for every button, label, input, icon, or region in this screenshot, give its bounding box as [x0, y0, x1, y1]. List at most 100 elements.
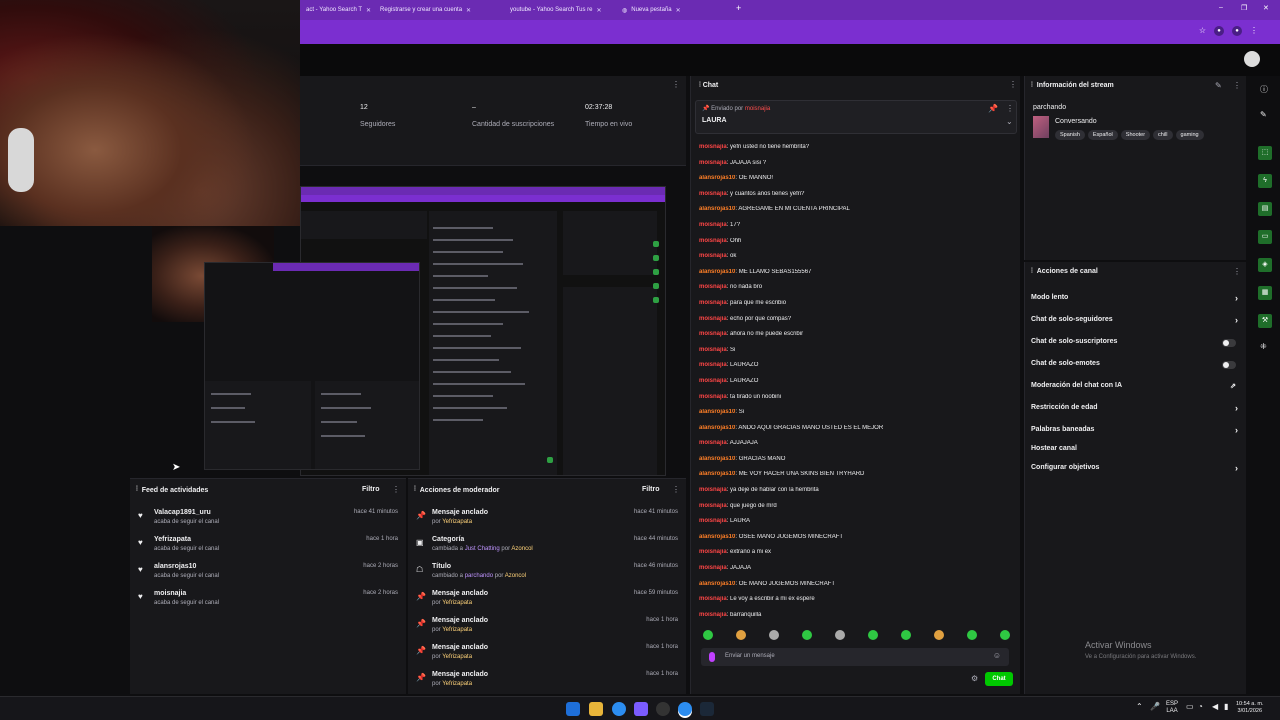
list-item[interactable]: ♥ moisnajia acaba de seguir el canal hac…: [136, 590, 400, 614]
chat-message[interactable]: moisnajia: Si: [699, 347, 1015, 363]
chat-username[interactable]: moisnajia: [699, 238, 727, 244]
chat-username[interactable]: moisnajia: [699, 362, 727, 368]
chat-send-button[interactable]: Chat: [985, 672, 1013, 686]
list-item[interactable]: ♥ alansrojas10 acaba de seguir el canal …: [136, 563, 400, 587]
chat-message[interactable]: alansrojas10: ME LLAMO SEBAS155567: [699, 269, 1015, 285]
close-icon[interactable]: ✕: [597, 7, 602, 14]
network-icon[interactable]: ◔: [1198, 703, 1203, 711]
chat-message[interactable]: alansrojas10: GRACIAS MANO: [699, 456, 1015, 472]
chat-message[interactable]: moisnajia: LAURAZO: [699, 378, 1015, 394]
chat-username[interactable]: moisnajia: [699, 253, 727, 259]
chat-message[interactable]: moisnajia: para que me escribio: [699, 300, 1015, 316]
obs-icon[interactable]: [634, 702, 648, 716]
tag[interactable]: Shooter: [1120, 130, 1151, 140]
monitor-icon[interactable]: ▭: [1186, 703, 1194, 711]
mod-filter-button[interactable]: Filtro: [642, 486, 660, 493]
list-item[interactable]: ▣ Categoría cambiada a Just Chatting por…: [414, 536, 680, 560]
wrench-icon[interactable]: ⚒: [1258, 314, 1272, 328]
chat-username[interactable]: moisnajia: [699, 549, 727, 555]
browser-active-icon[interactable]: [678, 702, 692, 716]
bits-icon[interactable]: [709, 652, 715, 662]
pinned-message[interactable]: 📌 Enviado por moisnajia LAURA 📌 ⋮ ⌄: [695, 100, 1017, 134]
list-item[interactable]: ♥ Yefrizapata acaba de seguir el canal h…: [136, 536, 400, 560]
profile-icon[interactable]: ●: [1232, 26, 1242, 36]
chat-username[interactable]: moisnajia: [699, 160, 727, 166]
chat-message[interactable]: moisnajia: ta tirado un noobini: [699, 394, 1015, 410]
chat-username[interactable]: moisnajia: [699, 440, 727, 446]
chat-username[interactable]: moisnajia: [699, 518, 727, 524]
chat-message[interactable]: alansrojas10: AGREGAME EN MI CUENTA PRIN…: [699, 206, 1015, 222]
action-host-channel[interactable]: Hostear canal: [1031, 445, 1238, 459]
info-icon[interactable]: ⓘ: [1260, 84, 1268, 95]
action-banned-words[interactable]: Palabras baneadas ›: [1031, 425, 1238, 440]
tab-nueva-pestana[interactable]: ◍ Nueva pestaña ✕: [616, 3, 687, 17]
mic-icon[interactable]: 🎤: [1150, 703, 1160, 711]
close-icon[interactable]: ✕: [676, 7, 681, 14]
action-emotes-only[interactable]: Chat de solo-emotes: [1031, 360, 1238, 374]
action-followers-only[interactable]: Chat de solo-seguidores ›: [1031, 315, 1238, 330]
chat-message[interactable]: moisnajia: LAURAZO: [699, 362, 1015, 378]
action-slow-mode[interactable]: Modo lento ›: [1031, 293, 1238, 308]
chat-username[interactable]: alansrojas10: [699, 269, 735, 275]
chat-message[interactable]: moisnajia: LAURA: [699, 518, 1015, 534]
chat-input[interactable]: Enviar un mensaje ☺: [701, 648, 1009, 666]
chat-username[interactable]: alansrojas10: [699, 581, 735, 587]
action-ai-moderation[interactable]: Moderación del chat con IA ⇗: [1031, 382, 1238, 396]
speaker-icon[interactable]: ◀: [1212, 703, 1218, 711]
chat-message[interactable]: moisnajia: 17?: [699, 222, 1015, 238]
chat-username[interactable]: moisnajia: [699, 191, 727, 197]
chevron-down-icon[interactable]: ⌄: [1006, 117, 1013, 126]
emote-icon[interactable]: [736, 630, 746, 640]
chat-username[interactable]: alansrojas10: [699, 425, 735, 431]
chat-message[interactable]: alansrojas10: ME VOY HACER UNA SKINS BIE…: [699, 471, 1015, 487]
chat-message[interactable]: alansrojas10: OSEE MANO JUGEMOS MINECRAF…: [699, 534, 1015, 550]
lightning-icon[interactable]: ϟ: [1258, 174, 1272, 188]
chat-username[interactable]: moisnajia: [699, 316, 727, 322]
emote-icon[interactable]: [703, 630, 713, 640]
chat-username[interactable]: alansrojas10: [699, 456, 735, 462]
chat-username[interactable]: moisnajia: [699, 222, 727, 228]
emotes-only-toggle[interactable]: [1222, 361, 1236, 369]
clock[interactable]: 10:54 a. m. 3/01/2026: [1236, 701, 1264, 715]
clip-icon[interactable]: ⬚: [1258, 146, 1272, 160]
document-icon[interactable]: ▤: [1258, 202, 1272, 216]
kebab-menu-icon[interactable]: ⋮: [1009, 80, 1017, 89]
close-window-button[interactable]: ✕: [1263, 4, 1269, 12]
emote-icon[interactable]: [934, 630, 944, 640]
chat-username[interactable]: moisnajia: [699, 300, 727, 306]
chat-message[interactable]: moisnajia: AJJAJAJA: [699, 440, 1015, 456]
chat-message[interactable]: moisnajia: ahora no me puede escribir: [699, 331, 1015, 347]
list-item[interactable]: ♥ Valacap1891_uru acaba de seguir el can…: [136, 509, 400, 533]
app-icon[interactable]: [656, 702, 670, 716]
kebab-menu-icon[interactable]: ⋮: [1233, 81, 1241, 90]
chat-message[interactable]: moisnajia: extraño a mi ex: [699, 549, 1015, 565]
chat-username[interactable]: moisnajia: [699, 565, 727, 571]
tab-registrarse[interactable]: Registrarse y crear una cuenta ✕: [374, 3, 477, 17]
list-item[interactable]: 📌 Mensaje anclado por Yefrizapata hace 1…: [414, 644, 680, 668]
close-icon[interactable]: ✕: [366, 7, 371, 14]
chat-username[interactable]: alansrojas10: [699, 534, 735, 540]
steam-icon[interactable]: [700, 702, 714, 716]
chat-message[interactable]: moisnajia: que juego de mrd: [699, 503, 1015, 519]
chat-username[interactable]: moisnajia: [699, 347, 727, 353]
audio-icon[interactable]: ◈: [1258, 258, 1272, 272]
chat-username[interactable]: moisnajia: [699, 487, 727, 493]
emote-icon[interactable]: [769, 630, 779, 640]
tag[interactable]: gaming: [1175, 130, 1204, 140]
star-icon[interactable]: ☆: [1199, 26, 1206, 36]
list-item[interactable]: 📌 Mensaje anclado por Yefrizapata hace 4…: [414, 509, 680, 533]
list-item[interactable]: ☖ Título cambiado a parchando por Azonco…: [414, 563, 680, 587]
action-subscribers-only[interactable]: Chat de solo-suscriptores: [1031, 338, 1238, 352]
list-item[interactable]: 📌 Mensaje anclado por Yefrizapata hace 1…: [414, 617, 680, 641]
edit-icon[interactable]: ✎: [1215, 81, 1222, 90]
gear-icon[interactable]: ⚙: [971, 674, 978, 683]
list-item[interactable]: 📌 Mensaje anclado por Yefrizapata hace 1…: [414, 671, 680, 695]
activity-filter-button[interactable]: Filtro: [362, 486, 380, 493]
chat-username[interactable]: moisnajia: [699, 378, 727, 384]
minimize-button[interactable]: –: [1219, 4, 1223, 11]
unpin-icon[interactable]: 📌: [988, 104, 998, 113]
chat-message[interactable]: alansrojas10: OE MANO JUGEMOS MINECRAFT: [699, 581, 1015, 597]
chat-message[interactable]: alansrojas10: Si: [699, 409, 1015, 425]
chat-message[interactable]: moisnajia: yefri usted no tiene hembrita…: [699, 144, 1015, 160]
maximize-button[interactable]: ❐: [1241, 4, 1247, 12]
